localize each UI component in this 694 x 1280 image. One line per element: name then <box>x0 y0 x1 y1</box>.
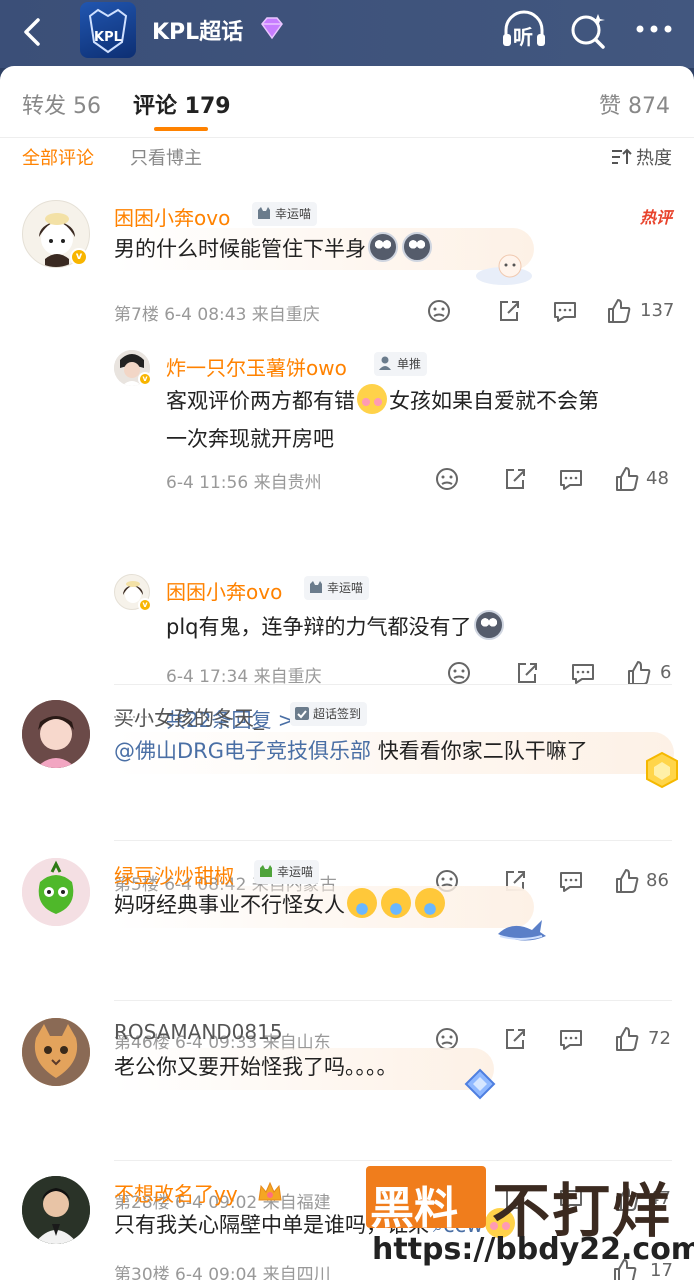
shy-emoji-icon <box>357 384 387 414</box>
hot-comment-badge: 热评 <box>639 208 672 227</box>
more-icon[interactable] <box>632 14 676 44</box>
comment-actions <box>426 296 676 326</box>
sticker-decoration <box>470 250 536 290</box>
sort-label: 热度 <box>636 148 672 169</box>
user-tag: 幸运喵 <box>304 576 370 600</box>
like-count: 137 <box>640 300 675 321</box>
comment-sheet: 转发 56 评论 179 赞 874 全部评论 只看博主 热度 v 困困小奔ov… <box>0 66 694 1280</box>
comment-meta: 第30楼 6-4 09:04 来自四川 <box>114 1265 331 1280</box>
user-tag: 幸运喵 <box>252 202 318 226</box>
husky-emoji-icon <box>368 232 398 262</box>
filter-author-only[interactable]: 只看博主 <box>130 144 202 170</box>
gem-icon <box>258 16 286 40</box>
avatar[interactable] <box>22 858 90 926</box>
like-icon[interactable] <box>614 866 640 896</box>
reply-icon[interactable] <box>558 464 584 494</box>
comment-text: 男的什么时候能管住下半身 <box>114 230 434 268</box>
search-icon[interactable] <box>568 8 608 52</box>
reply-actions <box>434 464 674 494</box>
username[interactable]: 炸一只尔玉薯饼owo <box>166 352 347 381</box>
dislike-icon[interactable] <box>426 296 452 326</box>
reply-text: 客观评价两方都有错 女孩如果自爱就不会第 <box>166 382 599 420</box>
divider <box>114 1160 672 1161</box>
filter-all[interactable]: 全部评论 <box>22 144 94 170</box>
like-count: 72 <box>648 1028 671 1049</box>
crying-emoji-icon <box>415 888 445 918</box>
tab-comments[interactable]: 评论 179 <box>133 88 231 120</box>
tab-underline <box>154 127 208 131</box>
husky-emoji-icon <box>402 232 432 262</box>
dislike-icon[interactable] <box>434 464 460 494</box>
like-icon[interactable] <box>614 464 640 494</box>
cat-icon <box>258 863 274 879</box>
username[interactable]: 买小女孩的冬天_ <box>114 702 264 731</box>
username[interactable]: 绿豆沙炒甜椒 <box>114 860 234 889</box>
comment-text: 妈呀经典事业不行怪女人 <box>114 886 447 924</box>
logo-text: KPL <box>94 30 122 45</box>
share-icon[interactable] <box>502 464 528 494</box>
sort-button[interactable]: 热度 <box>610 144 672 170</box>
tab-likes[interactable]: 赞 874 <box>599 88 670 120</box>
husky-emoji-icon <box>473 610 504 640</box>
divider <box>114 1000 672 1001</box>
comment-text: 老公你又要开始怪我了吗。。。。 <box>114 1055 398 1079</box>
checkin-icon <box>294 705 310 721</box>
like-icon[interactable] <box>606 296 632 326</box>
sort-icon <box>612 148 632 164</box>
like-count: 48 <box>646 468 669 489</box>
user-tag: 幸运喵 <box>254 860 320 884</box>
reply-icon[interactable] <box>558 1024 584 1054</box>
verified-badge: v <box>138 372 152 386</box>
username[interactable]: 不想改名了yy <box>114 1178 238 1207</box>
cat-icon <box>308 579 324 595</box>
mention-link[interactable]: @佛山DRG电子竞技俱乐部 <box>114 739 371 763</box>
username[interactable]: 困困小奔ovo <box>114 202 230 231</box>
like-count: 86 <box>646 870 669 891</box>
comment-text: @佛山DRG电子竞技俱乐部 快看看你家二队干嘛了 <box>114 739 588 763</box>
avatar[interactable] <box>22 700 90 768</box>
divider <box>114 840 672 841</box>
reply-icon[interactable] <box>558 866 584 896</box>
share-icon[interactable] <box>502 1024 528 1054</box>
watermark: 黑料 不打烊 https://bbdy22.com <box>366 1166 694 1276</box>
username[interactable]: 困困小奔ovo <box>166 576 282 605</box>
person-icon <box>378 355 394 371</box>
listen-label: 听 <box>513 25 533 49</box>
like-icon[interactable] <box>614 1024 640 1054</box>
kpl-logo[interactable]: KPL <box>80 2 136 58</box>
comment-meta: 第7楼 6-4 08:43 来自重庆 <box>114 305 320 325</box>
crying-emoji-icon <box>347 888 377 918</box>
crown-icon <box>256 1180 284 1208</box>
watermark-url: https://bbdy22.com <box>372 1232 694 1267</box>
back-icon[interactable] <box>14 12 54 52</box>
listen-button[interactable]: 听 <box>500 8 548 52</box>
page-title: KPL超话 <box>152 20 244 45</box>
user-tag: 超话签到 <box>290 702 368 726</box>
diamond-icon <box>462 1066 498 1106</box>
cat-icon <box>256 205 272 221</box>
tabs-row: 转发 56 评论 179 赞 874 <box>0 66 694 138</box>
reply-text: plq有鬼，连争辩的力气都没有了 <box>166 608 506 646</box>
username[interactable]: ROSAMAND0815 <box>114 1020 283 1044</box>
top-bar: KPL KPL超话 听 <box>0 0 694 68</box>
like-count: 6 <box>660 662 672 683</box>
avatar[interactable] <box>22 1018 90 1086</box>
crying-emoji-icon <box>381 888 411 918</box>
whale-icon <box>494 906 548 950</box>
reply-text: 一次奔现就开房吧 <box>166 427 334 451</box>
reply-icon[interactable] <box>552 296 578 326</box>
watermark-box-text: 黑料 <box>370 1183 458 1234</box>
avatar[interactable] <box>22 1176 90 1244</box>
hexagon-gem-icon <box>642 750 682 794</box>
tab-repost[interactable]: 转发 56 <box>22 88 101 120</box>
verified-badge: v <box>138 598 152 612</box>
watermark-box: 黑料 <box>366 1166 486 1234</box>
reply-meta: 6-4 11:56 来自贵州 <box>166 473 322 493</box>
user-tag: 单推 <box>374 352 428 376</box>
verified-badge: v <box>70 248 88 266</box>
filter-row: 全部评论 只看博主 热度 <box>0 138 694 178</box>
divider <box>114 684 672 685</box>
share-icon[interactable] <box>496 296 522 326</box>
